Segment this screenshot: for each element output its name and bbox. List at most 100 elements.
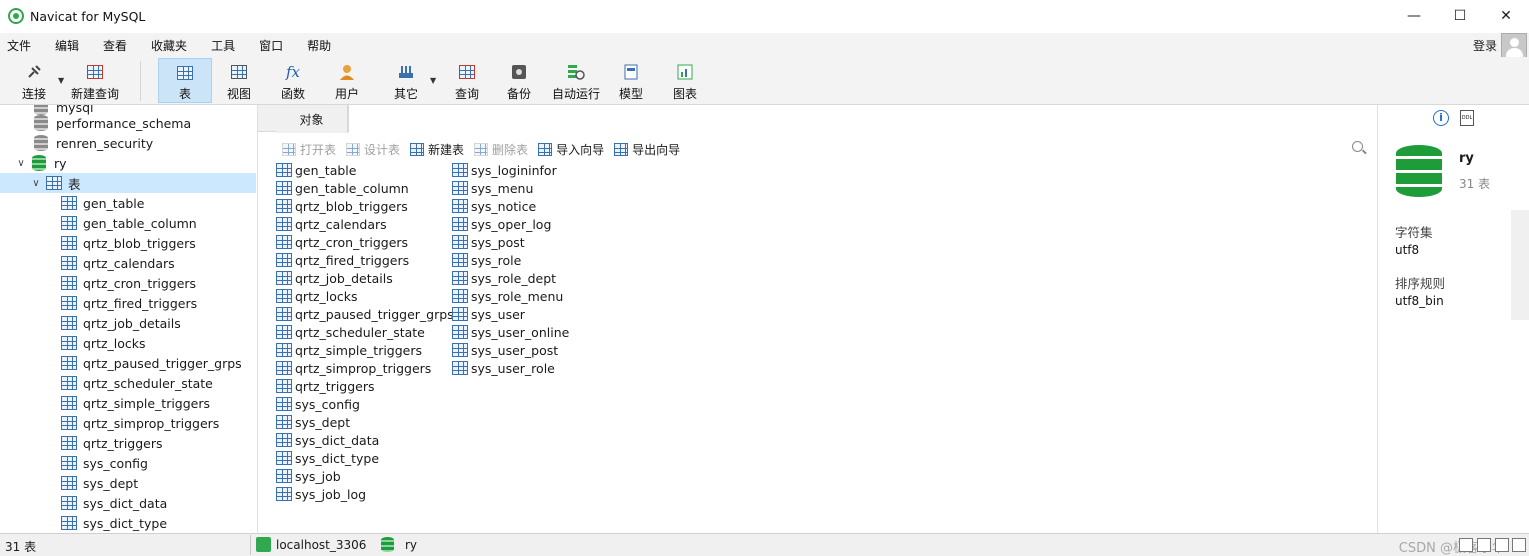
function-button[interactable]: fx 函数 bbox=[272, 58, 314, 103]
tree-table-item[interactable]: sys_config bbox=[0, 453, 256, 473]
object-list-item[interactable]: sys_role bbox=[452, 251, 521, 269]
object-list[interactable]: gen_table gen_table_column qrtz_blob_trigg… bbox=[276, 161, 1376, 533]
tree-table-item[interactable]: qrtz_fired_triggers bbox=[0, 293, 256, 313]
search-icon[interactable] bbox=[1352, 141, 1363, 152]
tree-table-item[interactable]: gen_table_column bbox=[0, 213, 256, 233]
object-list-item[interactable]: sys_logininfor bbox=[452, 161, 557, 179]
info-scrollbar[interactable] bbox=[1511, 210, 1529, 320]
menu-favorites[interactable]: 收藏夹 bbox=[144, 37, 194, 54]
menu-help[interactable]: 帮助 bbox=[300, 37, 338, 54]
object-list-item[interactable]: qrtz_fired_triggers bbox=[276, 251, 409, 269]
other-dropdown-icon[interactable]: ▼ bbox=[430, 76, 436, 85]
object-list-item[interactable]: sys_job_log bbox=[276, 485, 366, 503]
open-table-button[interactable]: 打开表 bbox=[282, 141, 336, 158]
object-list-item[interactable]: qrtz_scheduler_state bbox=[276, 323, 425, 341]
tree-table-item[interactable]: sys_dict_data bbox=[0, 493, 256, 513]
object-list-item[interactable]: sys_user_role bbox=[452, 359, 555, 377]
object-list-item[interactable]: qrtz_triggers bbox=[276, 377, 375, 395]
tree-table-item[interactable]: qrtz_locks bbox=[0, 333, 256, 353]
menu-window[interactable]: 窗口 bbox=[252, 37, 290, 54]
object-list-item[interactable]: qrtz_calendars bbox=[276, 215, 387, 233]
object-list-item[interactable]: gen_table bbox=[276, 161, 356, 179]
new-table-button[interactable]: 新建表 bbox=[410, 141, 464, 158]
tree-table-item[interactable]: qrtz_simprop_triggers bbox=[0, 413, 256, 433]
tree-table-item[interactable]: qrtz_cron_triggers bbox=[0, 273, 256, 293]
table-icon bbox=[61, 376, 77, 390]
object-list-item[interactable]: qrtz_cron_triggers bbox=[276, 233, 408, 251]
tree-table-item[interactable]: qrtz_calendars bbox=[0, 253, 256, 273]
info-icon[interactable]: i bbox=[1433, 110, 1449, 126]
connect-dropdown-icon[interactable]: ▼ bbox=[58, 76, 64, 85]
chart-button[interactable]: 图表 bbox=[664, 58, 706, 103]
table-button[interactable]: 表 bbox=[158, 58, 212, 103]
connect-button[interactable]: 连接 bbox=[12, 58, 56, 103]
detail-view-icon[interactable] bbox=[1495, 538, 1509, 552]
tree-table-item[interactable]: sys_dict_type bbox=[0, 513, 256, 533]
close-button[interactable]: ✕ bbox=[1483, 0, 1529, 32]
object-list-item[interactable]: qrtz_simple_triggers bbox=[276, 341, 422, 359]
menu-file[interactable]: 文件 bbox=[0, 37, 38, 54]
menu-view[interactable]: 查看 bbox=[96, 37, 134, 54]
export-wizard-button[interactable]: 导出向导 bbox=[614, 141, 680, 158]
table-icon bbox=[61, 336, 77, 350]
tree-table-item[interactable]: gen_table bbox=[0, 193, 256, 213]
object-list-item[interactable]: sys_role_dept bbox=[452, 269, 556, 287]
object-list-item[interactable]: sys_user_post bbox=[452, 341, 558, 359]
menu-edit[interactable]: 编辑 bbox=[48, 37, 86, 54]
tree-table-item[interactable]: qrtz_job_details bbox=[0, 313, 256, 333]
tree-table-item[interactable]: sys_dept bbox=[0, 473, 256, 493]
object-list-item[interactable]: sys_user_online bbox=[452, 323, 569, 341]
tree-table-item[interactable]: qrtz_simple_triggers bbox=[0, 393, 256, 413]
chevron-down-icon[interactable]: ∨ bbox=[15, 158, 27, 169]
ddl-icon[interactable]: DDL bbox=[1460, 110, 1474, 126]
tree-db-ry[interactable]: ∨ ry bbox=[0, 153, 256, 173]
chevron-down-icon[interactable]: ∨ bbox=[30, 178, 42, 189]
user-avatar-icon[interactable] bbox=[1501, 33, 1527, 59]
object-list-item[interactable]: sys_menu bbox=[452, 179, 533, 197]
design-table-button[interactable]: 设计表 bbox=[346, 141, 400, 158]
query-button[interactable]: 查询 bbox=[446, 58, 488, 103]
import-wizard-button[interactable]: 导入向导 bbox=[538, 141, 604, 158]
object-list-item[interactable]: qrtz_paused_trigger_grps bbox=[276, 305, 454, 323]
tree-tables-node[interactable]: ∨ 表 bbox=[0, 173, 256, 193]
object-list-item[interactable]: qrtz_blob_triggers bbox=[276, 197, 408, 215]
other-button[interactable]: 其它 bbox=[384, 58, 428, 103]
object-list-item[interactable]: sys_oper_log bbox=[452, 215, 551, 233]
list-view-icon[interactable] bbox=[1477, 538, 1491, 552]
object-list-item[interactable]: sys_post bbox=[452, 233, 525, 251]
object-list-item[interactable]: sys_user bbox=[452, 305, 525, 323]
object-list-item[interactable]: sys_role_menu bbox=[452, 287, 563, 305]
user-button[interactable]: 用户 bbox=[326, 58, 368, 103]
object-list-item[interactable]: sys_notice bbox=[452, 197, 536, 215]
object-list-item[interactable]: qrtz_locks bbox=[276, 287, 358, 305]
minimize-button[interactable]: — bbox=[1391, 0, 1437, 32]
object-list-item[interactable]: sys_dict_data bbox=[276, 431, 379, 449]
maximize-button[interactable]: ☐ bbox=[1437, 0, 1483, 32]
view-button[interactable]: 视图 bbox=[218, 58, 260, 103]
object-list-item[interactable]: qrtz_job_details bbox=[276, 269, 393, 287]
object-list-item[interactable]: sys_job bbox=[276, 467, 341, 485]
tree-table-item[interactable]: qrtz_triggers bbox=[0, 433, 256, 453]
menu-tools[interactable]: 工具 bbox=[204, 37, 242, 54]
tree-db-renren-security[interactable]: renren_security bbox=[0, 133, 256, 153]
tree-table-item[interactable]: qrtz_scheduler_state bbox=[0, 373, 256, 393]
model-button[interactable]: 模型 bbox=[610, 58, 652, 103]
grid-view-icon[interactable] bbox=[1459, 538, 1473, 552]
tree-db-performance-schema[interactable]: performance_schema bbox=[0, 113, 256, 133]
tab-objects[interactable]: 对象 bbox=[276, 105, 348, 133]
object-list-item[interactable]: sys_config bbox=[276, 395, 360, 413]
object-list-item[interactable]: sys_dict_type bbox=[276, 449, 379, 467]
new-query-button[interactable]: 新建查询 bbox=[68, 58, 122, 103]
login-link[interactable]: 登录 bbox=[1473, 37, 1497, 54]
object-list-item[interactable]: qrtz_simprop_triggers bbox=[276, 359, 431, 377]
object-list-item[interactable]: sys_dept bbox=[276, 413, 350, 431]
object-list-label: sys_dict_data bbox=[295, 432, 380, 448]
automation-button[interactable]: 自动运行 bbox=[550, 58, 602, 103]
tree-table-item[interactable]: qrtz_blob_triggers bbox=[0, 233, 256, 253]
er-view-icon[interactable] bbox=[1512, 538, 1526, 552]
tree-table-item[interactable]: qrtz_paused_trigger_grps bbox=[0, 353, 256, 373]
backup-button[interactable]: 备份 bbox=[498, 58, 540, 103]
delete-table-button[interactable]: 删除表 bbox=[474, 141, 528, 158]
object-list-item[interactable]: gen_table_column bbox=[276, 179, 409, 197]
navigation-tree[interactable]: mysql performance_schema renren_security… bbox=[0, 105, 258, 533]
